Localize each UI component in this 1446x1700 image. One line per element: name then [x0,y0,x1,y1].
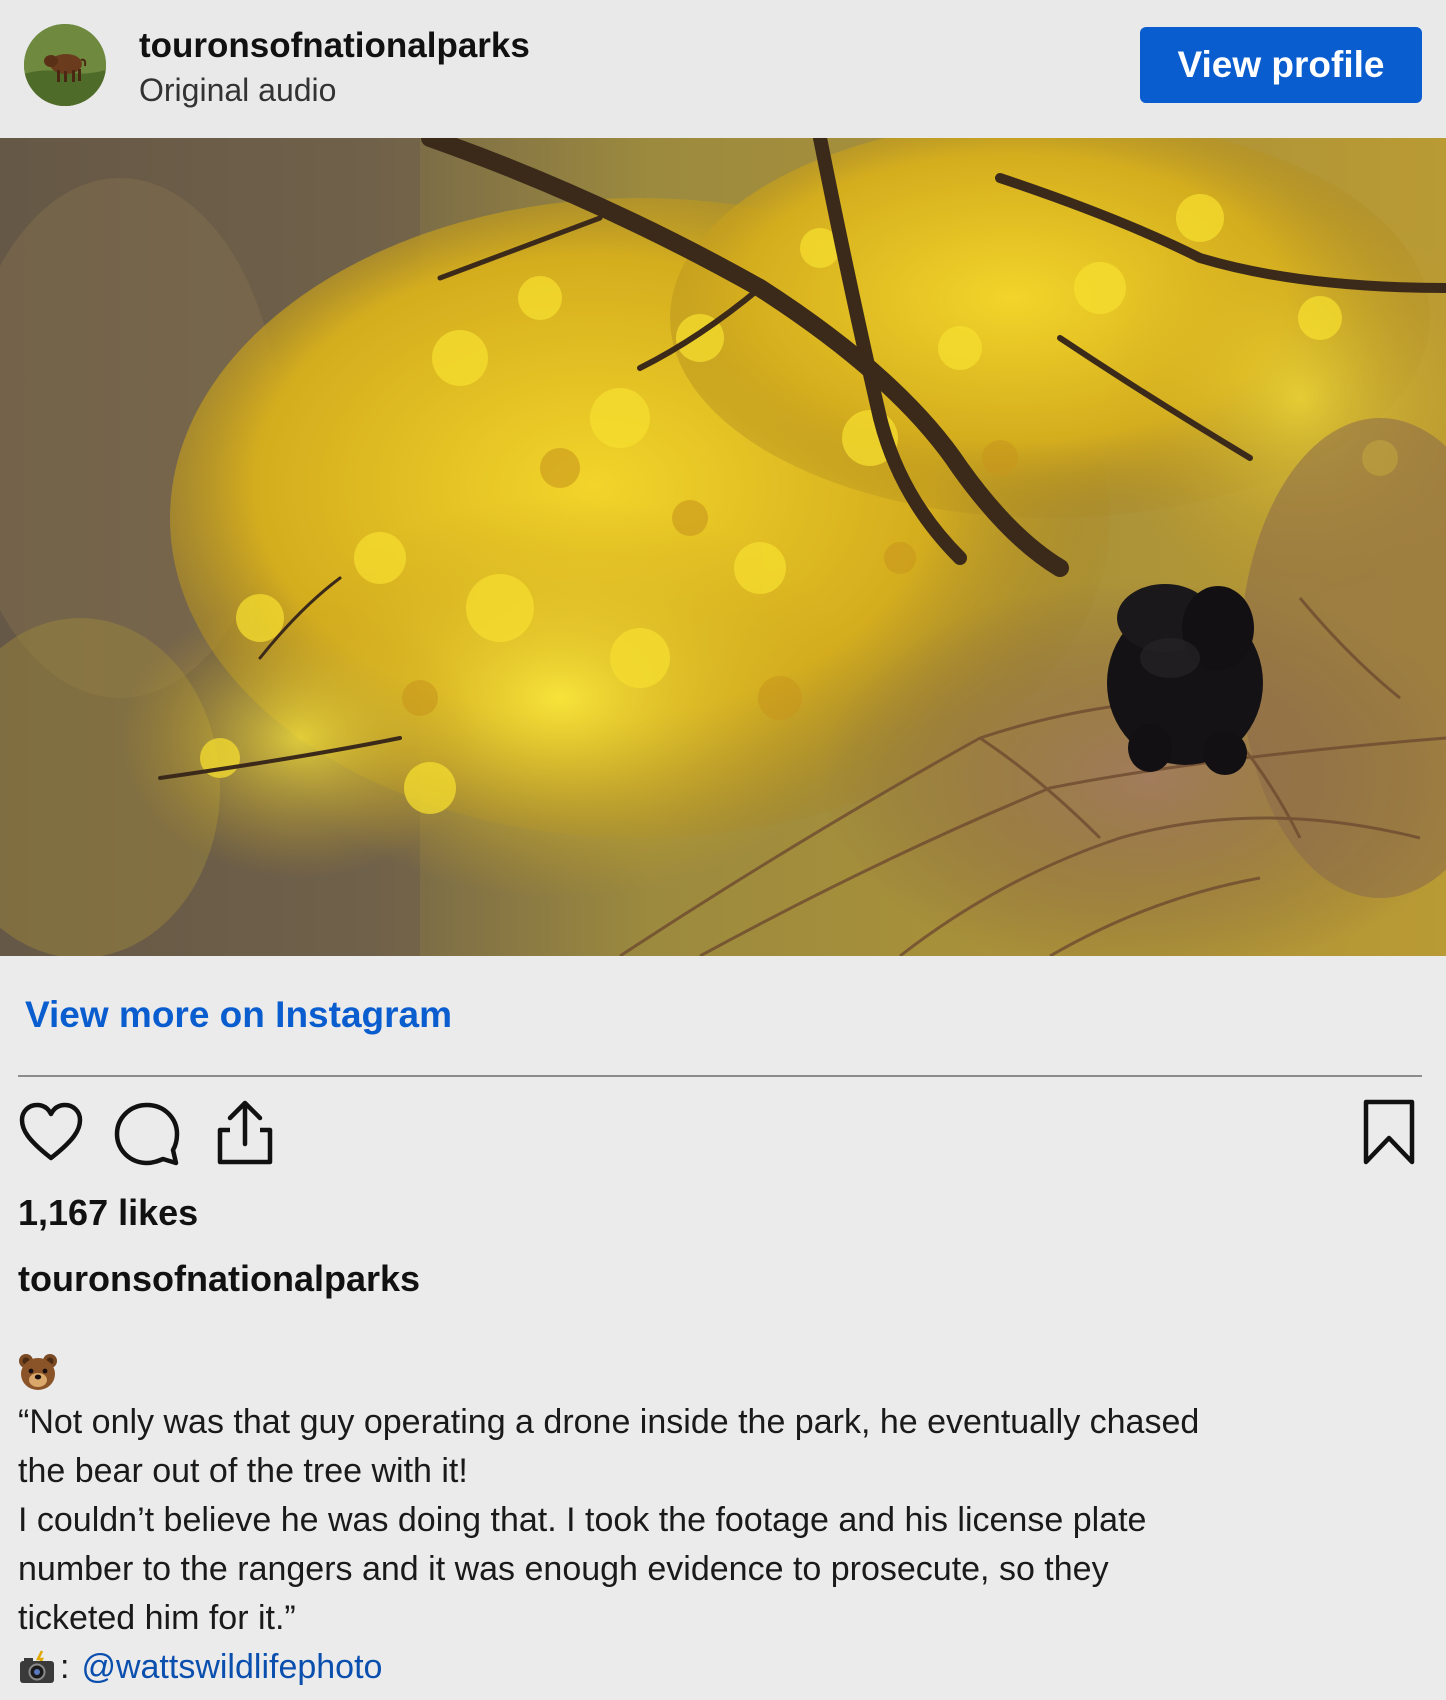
divider [18,1075,1422,1077]
bear-in-tree-image [0,138,1446,956]
comment-button[interactable] [114,1100,180,1166]
credit-handle-link[interactable]: @wattswildlifephoto [81,1648,382,1687]
bear-face-icon [18,1352,58,1392]
caption-username[interactable]: touronsofnationalparks [18,1258,420,1300]
post-header: touronsofnationalparks Original audio Vi… [0,0,1446,138]
caption-line: number to the rangers and it was enough … [18,1550,1109,1588]
caption-line: “Not only was that guy operating a drone… [18,1403,1200,1441]
save-button[interactable] [1358,1098,1420,1168]
likes-count[interactable]: 1,167 likes [18,1192,198,1234]
share-button[interactable] [212,1098,278,1168]
bookmark-icon [1363,1099,1415,1165]
like-button[interactable] [18,1100,84,1166]
audio-label[interactable]: Original audio [139,72,336,109]
header-username[interactable]: touronsofnationalparks [139,26,530,66]
caption-line: ticketed him for it.” [18,1599,296,1637]
bear-figure [1107,584,1263,775]
credit-separator: : [60,1647,70,1686]
photo-credit: : @wattswildlifephoto [18,1644,382,1690]
caption-line: I couldn’t believe he was doing that. I … [18,1501,1147,1539]
post-media[interactable] [0,138,1446,956]
comment-icon [114,1102,180,1166]
avatar-bison-icon [24,24,106,106]
instagram-embed: touronsofnationalparks Original audio Vi… [0,0,1446,1700]
view-profile-button[interactable]: View profile [1140,27,1422,103]
view-more-on-instagram-link[interactable]: View more on Instagram [25,994,452,1036]
avatar[interactable] [24,24,106,106]
camera-flash-icon [18,1649,56,1685]
share-icon [217,1100,273,1165]
heart-icon [19,1102,83,1161]
caption-line: the bear out of the tree with it! [18,1452,468,1490]
caption-text: “Not only was that guy operating a drone… [18,1398,1428,1643]
